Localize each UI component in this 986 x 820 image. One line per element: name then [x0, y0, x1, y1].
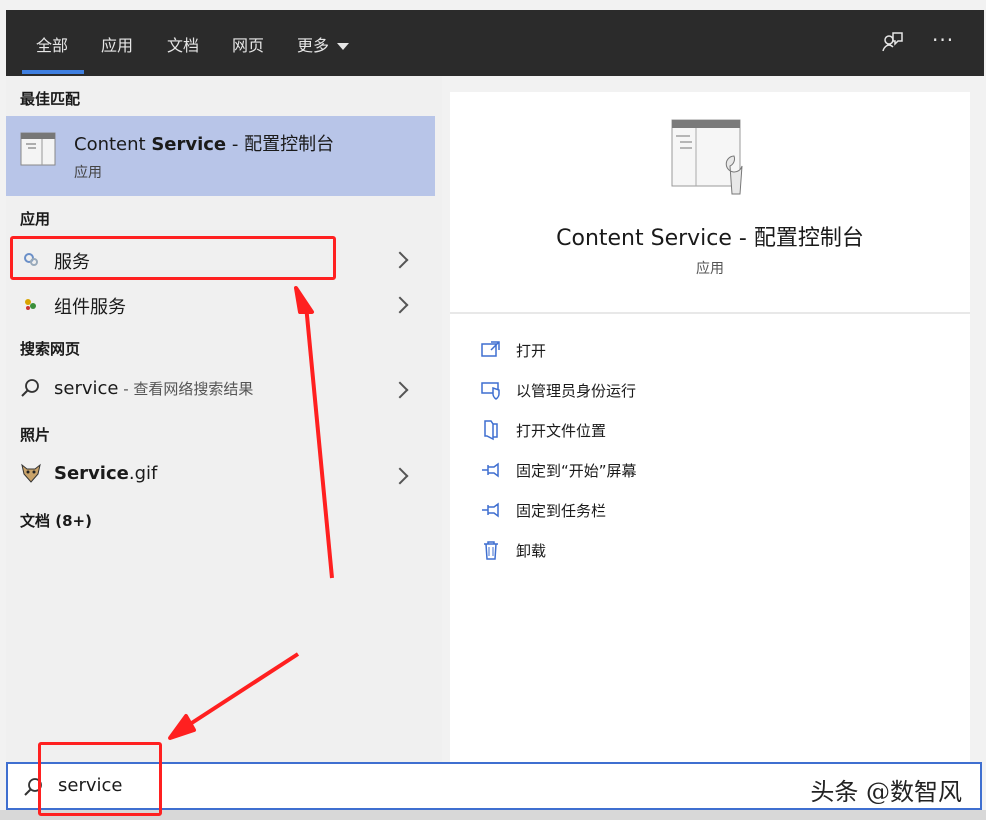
tab-web[interactable]: 网页 [232, 32, 264, 56]
file-location-icon [480, 419, 502, 441]
detail-subtitle: 应用 [696, 261, 724, 277]
best-match-subtitle: 应用 [74, 165, 102, 181]
tab-all[interactable]: 全部 [36, 32, 68, 56]
chevron-right-icon[interactable] [391, 296, 409, 314]
pin-icon [480, 459, 502, 481]
section-best-match: 最佳匹配 [20, 90, 81, 108]
annotation-box-search [38, 742, 162, 816]
ellipsis-icon[interactable]: ··· [932, 28, 954, 52]
photo-item-label: Service.gif [54, 463, 158, 484]
tab-apps[interactable]: 应用 [101, 32, 133, 56]
gif-thumbnail-icon [20, 462, 42, 488]
console-app-icon [20, 130, 58, 172]
detail-panel: Content Service - 配置控制台 应用 打开 以管理员身份运行 打… [450, 92, 970, 762]
tab-more[interactable]: 更多 [297, 32, 350, 56]
action-label: 以管理员身份运行 [516, 382, 637, 400]
chevron-right-icon[interactable] [391, 381, 409, 399]
active-tab-indicator [22, 70, 84, 74]
chevron-down-icon [337, 43, 350, 50]
open-icon [480, 339, 502, 361]
pin-icon [480, 499, 502, 521]
action-label: 卸载 [516, 542, 547, 560]
best-match-title: Content Service - 配置控制台 [74, 134, 335, 155]
feedback-icon[interactable] [880, 30, 904, 58]
best-match-item[interactable]: Content Service - 配置控制台 应用 [6, 116, 435, 196]
tab-documents[interactable]: 文档 [167, 32, 199, 56]
search-scope-bar: 全部 应用 文档 网页 更多 ··· [6, 10, 984, 76]
app-item-label: 组件服务 [54, 297, 126, 318]
web-search-label: service - 查看网络搜索结果 [54, 378, 254, 399]
section-documents[interactable]: 文档 (8+) [20, 510, 92, 531]
detail-header: Content Service - 配置控制台 应用 [450, 92, 970, 314]
run-as-admin-icon [480, 379, 502, 401]
action-label: 打开 [516, 342, 547, 360]
section-photos: 照片 [20, 426, 51, 444]
search-icon [20, 378, 40, 402]
section-apps: 应用 [20, 210, 51, 228]
console-app-large-icon [668, 116, 752, 200]
results-panel: 最佳匹配 Content Service - 配置控制台 应用 应用 服务 组件… [6, 76, 442, 762]
action-label: 固定到“开始”屏幕 [516, 462, 637, 480]
trash-icon [480, 539, 502, 561]
tab-more-label: 更多 [297, 36, 330, 55]
component-services-icon [22, 295, 40, 317]
annotation-box-services [10, 236, 336, 280]
detail-title: Content Service - 配置控制台 [556, 226, 864, 251]
chevron-right-icon[interactable] [391, 251, 409, 269]
action-label: 打开文件位置 [516, 422, 607, 440]
action-label: 固定到任务栏 [516, 502, 607, 520]
watermark-text: 头条 @数智风 [810, 778, 962, 806]
section-search-web: 搜索网页 [20, 340, 81, 358]
chevron-right-icon[interactable] [391, 467, 409, 485]
